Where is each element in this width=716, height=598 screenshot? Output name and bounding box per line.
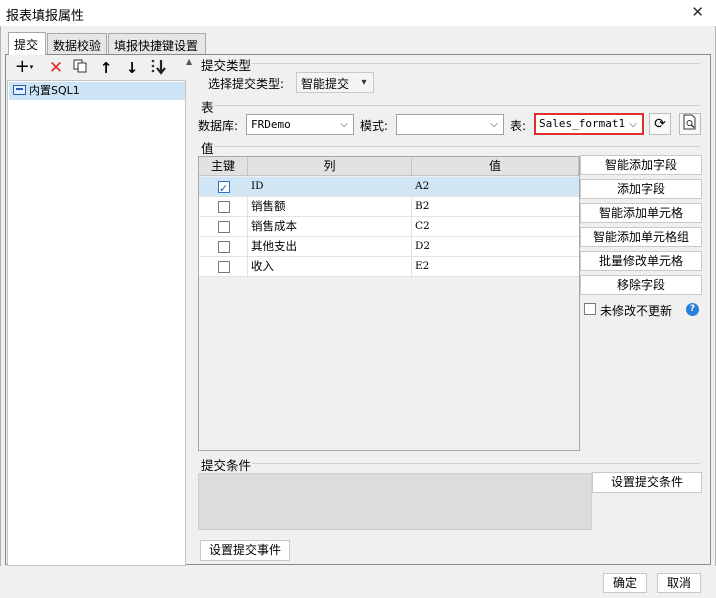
tab-shortcut-settings[interactable]: 填报快捷键设置 <box>108 33 206 55</box>
table-row[interactable]: 收入 E2 <box>199 257 579 277</box>
sql-tree: 内置SQL1 <box>7 80 186 566</box>
column-cell: 其他支出 <box>248 237 412 257</box>
field-mapping-table: 主键 列 值 ID A2 销售额 B2 销售成本 C2 其他支出 D2 收入 E… <box>198 156 580 451</box>
window-title: 报表填报属性 <box>6 9 85 24</box>
primary-key-checkbox[interactable] <box>218 221 230 233</box>
chevron-down-icon: ▾ <box>361 77 367 88</box>
set-submit-event-button[interactable]: 设置提交事件 <box>200 540 290 561</box>
key-cell <box>199 237 248 257</box>
submit-type-value: 智能提交 <box>301 77 350 91</box>
submit-condition-heading: 提交条件 <box>201 458 252 473</box>
tree-item-label: 内置SQL1 <box>29 84 80 97</box>
table-value: Sales_format1 <box>539 117 626 130</box>
submit-condition-area <box>198 473 592 530</box>
smart-add-cell-group-button[interactable]: 智能添加单元格组 <box>580 227 702 247</box>
column-cell: 销售额 <box>248 197 412 217</box>
delete-icon[interactable]: ✕ <box>46 58 66 78</box>
table-heading: 表 <box>201 100 214 115</box>
primary-key-checkbox[interactable] <box>218 201 230 213</box>
chevron-down-icon: ⌵ <box>490 119 498 130</box>
set-submit-condition-button[interactable]: 设置提交条件 <box>592 472 702 493</box>
schema-select[interactable]: ⌵ <box>396 114 504 135</box>
add-icon[interactable]: +▾ <box>10 58 38 78</box>
tab-label: 数据校验 <box>53 39 102 53</box>
database-select[interactable]: FRDemo ⌵ <box>246 114 354 135</box>
tab-label: 填报快捷键设置 <box>114 39 199 53</box>
database-label: 数据库: <box>198 119 239 133</box>
preview-icon[interactable] <box>679 113 701 135</box>
value-cell: B2 <box>415 200 430 212</box>
close-icon[interactable]: ✕ <box>691 3 704 21</box>
submit-type-heading: 提交类型 <box>201 58 252 73</box>
refresh-icon[interactable]: ⟳ <box>649 113 671 135</box>
divider <box>214 146 700 147</box>
value-cell: E2 <box>415 260 430 272</box>
move-down-icon[interactable]: ↓ <box>122 58 142 78</box>
tab-data-validation[interactable]: 数据校验 <box>47 33 107 55</box>
smart-add-field-button[interactable]: 智能添加字段 <box>580 155 702 175</box>
value-heading: 值 <box>201 141 214 156</box>
smart-add-cell-button[interactable]: 智能添加单元格 <box>580 203 702 223</box>
submit-type-label: 选择提交类型: <box>208 77 285 91</box>
key-cell <box>199 197 248 217</box>
column-header-key: 主键 <box>199 157 248 176</box>
cancel-button[interactable]: 取消 <box>657 573 701 593</box>
chevron-down-icon: ⌵ <box>340 119 348 130</box>
value-cell: C2 <box>415 220 430 232</box>
table-row[interactable]: ID A2 <box>199 177 579 198</box>
remove-field-button[interactable]: 移除字段 <box>580 275 702 295</box>
tab-submit[interactable]: 提交 <box>8 32 46 55</box>
table-label: 表: <box>510 119 527 133</box>
key-cell <box>199 177 248 198</box>
table-select[interactable]: Sales_format1 ⌵ <box>534 113 644 135</box>
value-cell: A2 <box>415 180 430 192</box>
tree-item-sql1[interactable]: 内置SQL1 <box>9 82 185 100</box>
submit-type-select[interactable]: 智能提交 ▾ <box>296 72 374 93</box>
no-update-unmodified-label: 未修改不更新 <box>600 304 673 318</box>
left-toolbar: +▾ ✕ ↑ ↓ <box>6 56 191 80</box>
divider <box>214 105 700 106</box>
column-header-value: 值 <box>412 157 579 176</box>
sql-icon <box>13 85 26 95</box>
table-row[interactable]: 其他支出 D2 <box>199 237 579 257</box>
schema-label: 模式: <box>360 119 389 133</box>
database-value: FRDemo <box>251 118 291 131</box>
column-cell: 收入 <box>248 257 412 277</box>
column-cell: ID <box>248 177 412 197</box>
divider <box>252 463 700 464</box>
ok-button[interactable]: 确定 <box>603 573 647 593</box>
key-cell <box>199 217 248 237</box>
primary-key-checkbox[interactable] <box>218 261 230 273</box>
table-row[interactable]: 销售成本 C2 <box>199 217 579 237</box>
add-field-button[interactable]: 添加字段 <box>580 179 702 199</box>
title-bar: 报表填报属性 ✕ <box>0 0 716 26</box>
value-cell: D2 <box>415 240 431 252</box>
divider <box>252 63 700 64</box>
key-cell <box>199 257 248 277</box>
primary-key-checkbox[interactable] <box>218 179 230 198</box>
help-icon[interactable]: ? <box>686 303 699 316</box>
move-up-icon[interactable]: ↑ <box>96 58 116 78</box>
primary-key-checkbox[interactable] <box>218 241 230 253</box>
sort-icon[interactable] <box>148 58 168 78</box>
table-row[interactable]: 销售额 B2 <box>199 197 579 217</box>
collapse-arrow-icon[interactable]: ▲ <box>186 57 192 66</box>
batch-modify-cell-button[interactable]: 批量修改单元格 <box>580 251 702 271</box>
column-cell: 销售成本 <box>248 217 412 237</box>
tab-label: 提交 <box>14 38 39 52</box>
no-update-unmodified-checkbox[interactable] <box>584 303 596 315</box>
column-header-column: 列 <box>248 157 412 176</box>
chevron-down-icon: ⌵ <box>629 119 637 130</box>
copy-icon[interactable] <box>70 58 90 78</box>
